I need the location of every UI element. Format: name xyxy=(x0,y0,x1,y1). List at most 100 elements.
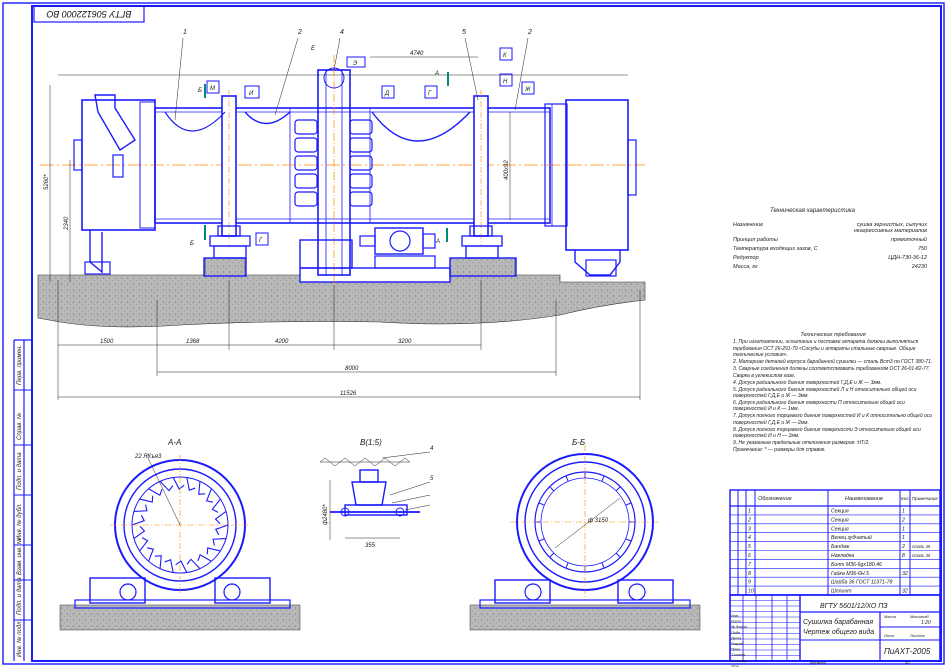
side-stamp-label: Инв. № подл. xyxy=(17,619,23,657)
spec-row-pos: 7 xyxy=(748,562,752,568)
marker-g-lower: Г xyxy=(259,238,263,244)
spec-row-pos: 1 xyxy=(748,509,751,515)
dim-top: 4740 xyxy=(410,51,424,57)
spec-row-pos: 10 xyxy=(748,589,754,595)
sector-divider xyxy=(549,486,555,492)
requirement-item: 9. Не указанные предельные отклонения ра… xyxy=(733,440,870,447)
spec-row-qty: 32 xyxy=(902,571,908,577)
detail-pos-5: 5 xyxy=(430,476,434,482)
girth-gear xyxy=(317,55,351,285)
sector-divider xyxy=(565,475,569,482)
signature-label: № докум. xyxy=(731,625,748,629)
detail-pos-4: 4 xyxy=(430,446,434,452)
characteristic-value: 750 xyxy=(917,246,927,252)
sector-divider xyxy=(625,538,632,542)
spec-row-qty: 1 xyxy=(902,526,905,532)
spec-header-qty: Кол. xyxy=(901,496,910,501)
spec-row-qty: 1 xyxy=(902,535,905,541)
side-stamp-label: Перв. примен. xyxy=(17,345,23,385)
dim-bb: ф 3150 xyxy=(588,518,609,524)
lifting-flight xyxy=(172,477,185,490)
signature-label: Пров. xyxy=(731,648,741,652)
marker-g: Г xyxy=(428,91,432,97)
lifting-flight xyxy=(205,488,213,503)
spec-row-pos: 5 xyxy=(748,544,751,550)
spec-row-name: Шплинт xyxy=(831,589,852,595)
section-aa-view xyxy=(59,455,301,631)
characteristic-label: Принцип работы xyxy=(733,237,778,243)
section-aa-title: А-А xyxy=(167,438,181,447)
sector-divider xyxy=(538,502,545,506)
characteristic-value: сушка зернистых, сыпучих неагрессивных м… xyxy=(853,222,927,234)
spec-row-qty: 8 xyxy=(902,553,905,559)
spec-row-name: Гайка М36-6Н.5 xyxy=(831,570,869,577)
requirement-item: 6. Допуск радиального биения поверхности… xyxy=(733,400,905,413)
lifting-flight xyxy=(147,547,155,562)
position-label-1: 1 xyxy=(183,29,187,36)
spec-row-pos: 8 xyxy=(748,571,751,577)
sector-divider xyxy=(549,552,555,558)
position-label-5: 5 xyxy=(462,29,466,36)
section-bb-title: Б-Б xyxy=(572,438,585,447)
dim-4200: 4200 xyxy=(275,339,289,345)
signature-label: Лист xyxy=(730,620,741,624)
sector-divider xyxy=(615,486,621,492)
marker-a-lower: А xyxy=(435,239,440,245)
spec-row-qty: 32 xyxy=(902,589,908,595)
spec-header-note: Примечание xyxy=(912,496,938,501)
sector-divider xyxy=(538,538,545,542)
drive-motor xyxy=(299,227,436,269)
spec-row-name: Шайба 36 ГОСТ 11371-78 xyxy=(831,579,893,586)
spec-row-qty: 2 xyxy=(901,517,905,523)
side-stamp-label: Справ. № xyxy=(17,412,23,440)
requirement-item: 5. Допуск радиального биения поверхносте… xyxy=(733,386,917,400)
technical-requirements: Технические требования 1. При изготовлен… xyxy=(733,332,933,454)
spec-row-name: Венец зубчатый xyxy=(831,534,872,541)
requirement-item: 7. Допуск полного торцевого биения повер… xyxy=(733,413,933,426)
spec-header-name: Наименование xyxy=(845,496,883,502)
format-label: Формат xyxy=(810,660,827,665)
dim-1500: 1500 xyxy=(100,339,114,345)
dim-detail-h: 355 xyxy=(365,543,376,549)
dim-vertical-2: 2340 xyxy=(64,216,70,231)
spec-row-pos: 2 xyxy=(747,517,751,523)
characteristic-value: 24230 xyxy=(911,264,927,270)
lifting-flight xyxy=(139,537,149,552)
lifting-flight xyxy=(148,488,163,496)
lifting-flight xyxy=(214,524,229,536)
characteristic-value: ЦДН-730-36-12 xyxy=(888,255,927,261)
spec-row-pos: 3 xyxy=(748,526,751,532)
characteristic-label: Температура входящих газов, С xyxy=(733,246,818,252)
marker-k: К xyxy=(503,53,507,59)
organization: ПиАХТ-2005 xyxy=(884,647,931,656)
dim-vertical-1: 5260* xyxy=(44,174,50,190)
dim-total: 11526 xyxy=(340,391,357,397)
lifting-flight xyxy=(214,511,227,524)
requirement-item: 3. Сварные соединения должны соответство… xyxy=(733,366,930,379)
spec-row-pos: 6 xyxy=(748,553,751,559)
requirement-item: 1. При изготовлении, испытании и поставк… xyxy=(733,339,919,359)
detail-title: В(1:5) xyxy=(360,438,382,447)
marker-i: И xyxy=(249,91,254,97)
signature-label: Изм. xyxy=(731,614,739,618)
scale-value: 1:20 xyxy=(921,620,931,626)
spec-row-qty: 1 xyxy=(902,509,905,515)
position-label-3: 4 xyxy=(340,29,344,36)
lifting-flight xyxy=(175,560,188,573)
signature-label: Т.контр. xyxy=(731,653,746,657)
signature-label: Н.контр. xyxy=(731,659,747,663)
side-stamp-label: Подп. и дата xyxy=(17,577,23,615)
scale-label: Масштаб xyxy=(910,614,929,619)
mass-label: Масса xyxy=(884,614,897,619)
title-line-1: Сушилка барабанная xyxy=(803,618,873,626)
code-stamp: ВГТУ 506122000 ВО xyxy=(46,9,132,19)
section-arrows xyxy=(204,72,449,242)
side-stamp-label: Инв. № дубл. xyxy=(17,503,23,540)
dim-vertical-3: 400x92 xyxy=(504,160,510,180)
sector-divider xyxy=(565,562,569,569)
dim-8000: 8000 xyxy=(345,366,359,372)
sector-divider xyxy=(615,552,621,558)
discharge-chamber xyxy=(544,99,637,277)
spec-row-qty: 2 xyxy=(901,544,905,550)
doc-code: ВГТУ 5601/12/ХО ПЗ xyxy=(820,603,888,610)
